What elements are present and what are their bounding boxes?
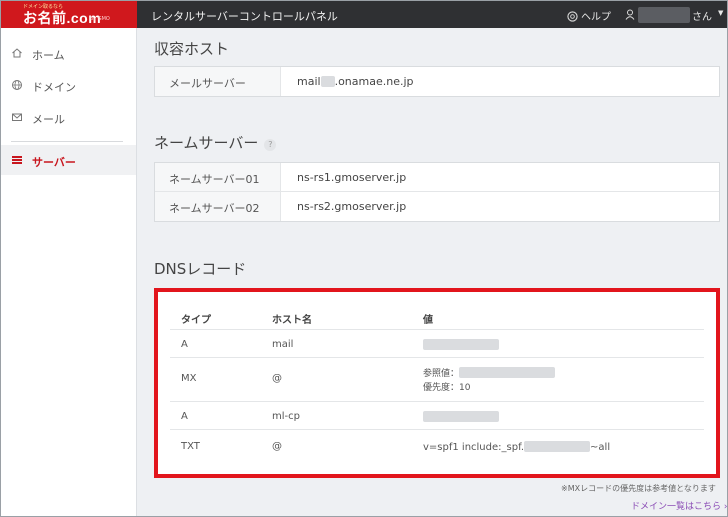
top-bar: ドメイン取るなら お名前.com by GMO レンタルサーバーコントロールパネ… xyxy=(1,1,727,28)
mail-icon xyxy=(12,113,22,121)
nameserver-value: ns-rs2.gmoserver.jp xyxy=(297,200,407,213)
nameserver-box: ネームサーバー01 ns-rs1.gmoserver.jp ネームサーバー02 … xyxy=(154,162,720,222)
mail-server-value: mail .onamae.ne.jp xyxy=(297,75,414,88)
section-title-dns: DNSレコード xyxy=(154,260,247,278)
txt-value-suffix: ~all xyxy=(590,442,611,453)
header-type: タイプ xyxy=(181,315,211,326)
sidebar-item-label: サーバー xyxy=(32,156,76,169)
sidebar-item-label: メール xyxy=(32,113,65,126)
domain-list-link[interactable]: ドメイン一覧はこちら › xyxy=(631,499,727,512)
mx-priority: 優先度：10 xyxy=(423,383,471,393)
nameserver-value: ns-rs1.gmoserver.jp xyxy=(297,171,407,184)
table-row: MX @ 参照値： 優先度：10 xyxy=(170,358,704,402)
record-host: @ xyxy=(272,441,282,452)
record-type: TXT xyxy=(181,441,200,452)
logo-sub: by GMO xyxy=(90,16,110,22)
home-icon xyxy=(12,48,22,58)
user-suffix: さん xyxy=(692,12,712,23)
app-title: レンタルサーバーコントロールパネル xyxy=(151,10,338,23)
globe-icon xyxy=(12,80,22,90)
mail-server-prefix: mail xyxy=(297,75,321,88)
redacted-segment xyxy=(423,339,499,350)
mail-server-label: メールサーバー xyxy=(155,67,281,96)
mx-reference-label: 参照値： xyxy=(423,369,460,379)
sidebar-divider xyxy=(11,141,123,142)
table-row: A ml-cp xyxy=(170,402,704,430)
section-title-host: 収容ホスト xyxy=(154,40,230,58)
sidebar-item-home[interactable]: ホーム xyxy=(1,38,136,68)
sidebar-item-server[interactable]: サーバー xyxy=(1,145,136,175)
help-icon xyxy=(567,11,578,22)
record-value-redacted xyxy=(423,411,499,423)
main-content: 収容ホスト メールサーバー mail .onamae.ne.jp ネームサーバー?… xyxy=(138,28,727,516)
dns-records-highlight-box: タイプ ホスト名 値 A mail MX @ 参照値： 優先度：10 A ml-… xyxy=(154,288,720,478)
nameserver-row: ネームサーバー02 ns-rs2.gmoserver.jp xyxy=(155,192,719,221)
sidebar: ホーム ドメイン メール サーバー xyxy=(1,28,137,516)
host-info-box: メールサーバー mail .onamae.ne.jp xyxy=(154,66,720,97)
server-icon xyxy=(12,156,22,164)
table-header: タイプ ホスト名 値 xyxy=(170,300,704,330)
mx-footnote: ※MXレコードの優先度は参考値となります xyxy=(561,484,716,493)
record-host: mail xyxy=(272,339,294,350)
table-row: TXT @ v=spf1 include:_spf. ~all xyxy=(170,430,704,462)
dns-records-table: タイプ ホスト名 値 A mail MX @ 参照値： 優先度：10 A ml-… xyxy=(170,300,704,462)
mail-server-suffix: .onamae.ne.jp xyxy=(334,75,414,88)
help-link[interactable]: ヘルプ xyxy=(567,8,611,23)
user-menu-caret-icon[interactable]: ▼ xyxy=(718,9,723,17)
help-question-icon[interactable]: ? xyxy=(264,139,277,151)
sidebar-item-label: ドメイン xyxy=(32,81,76,94)
sidebar-item-label: ホーム xyxy=(32,49,65,62)
nameserver-label: ネームサーバー02 xyxy=(155,192,281,221)
record-value: v=spf1 include:_spf. ~all xyxy=(423,441,610,453)
txt-value-prefix: v=spf1 include:_spf. xyxy=(423,442,525,453)
record-type: A xyxy=(181,411,188,422)
user-icon xyxy=(625,9,635,20)
nameserver-label: ネームサーバー01 xyxy=(155,163,281,191)
nameserver-row: ネームサーバー01 ns-rs1.gmoserver.jp xyxy=(155,163,719,192)
record-type: A xyxy=(181,339,188,350)
table-row: A mail xyxy=(170,330,704,358)
record-type: MX xyxy=(181,373,197,384)
sidebar-item-mail[interactable]: メール xyxy=(1,102,136,132)
mx-reference: 参照値： xyxy=(423,366,556,379)
record-host: @ xyxy=(272,373,282,384)
record-value-redacted xyxy=(423,339,499,351)
mail-server-row: メールサーバー mail .onamae.ne.jp xyxy=(155,67,719,96)
nameserver-title-text: ネームサーバー xyxy=(154,134,259,152)
header-host: ホスト名 xyxy=(272,315,312,326)
redacted-segment xyxy=(459,367,556,378)
sidebar-item-domain[interactable]: ドメイン xyxy=(1,70,136,100)
record-host: ml-cp xyxy=(272,411,300,422)
help-label: ヘルプ xyxy=(581,12,611,23)
section-title-nameserver: ネームサーバー? xyxy=(154,132,277,153)
redacted-segment xyxy=(423,411,499,422)
onamae-logo[interactable]: ドメイン取るなら お名前.com by GMO xyxy=(1,1,137,28)
user-name-redacted[interactable] xyxy=(638,7,690,23)
header-value: 値 xyxy=(423,315,433,326)
redacted-segment xyxy=(320,76,335,87)
redacted-segment xyxy=(524,441,591,452)
